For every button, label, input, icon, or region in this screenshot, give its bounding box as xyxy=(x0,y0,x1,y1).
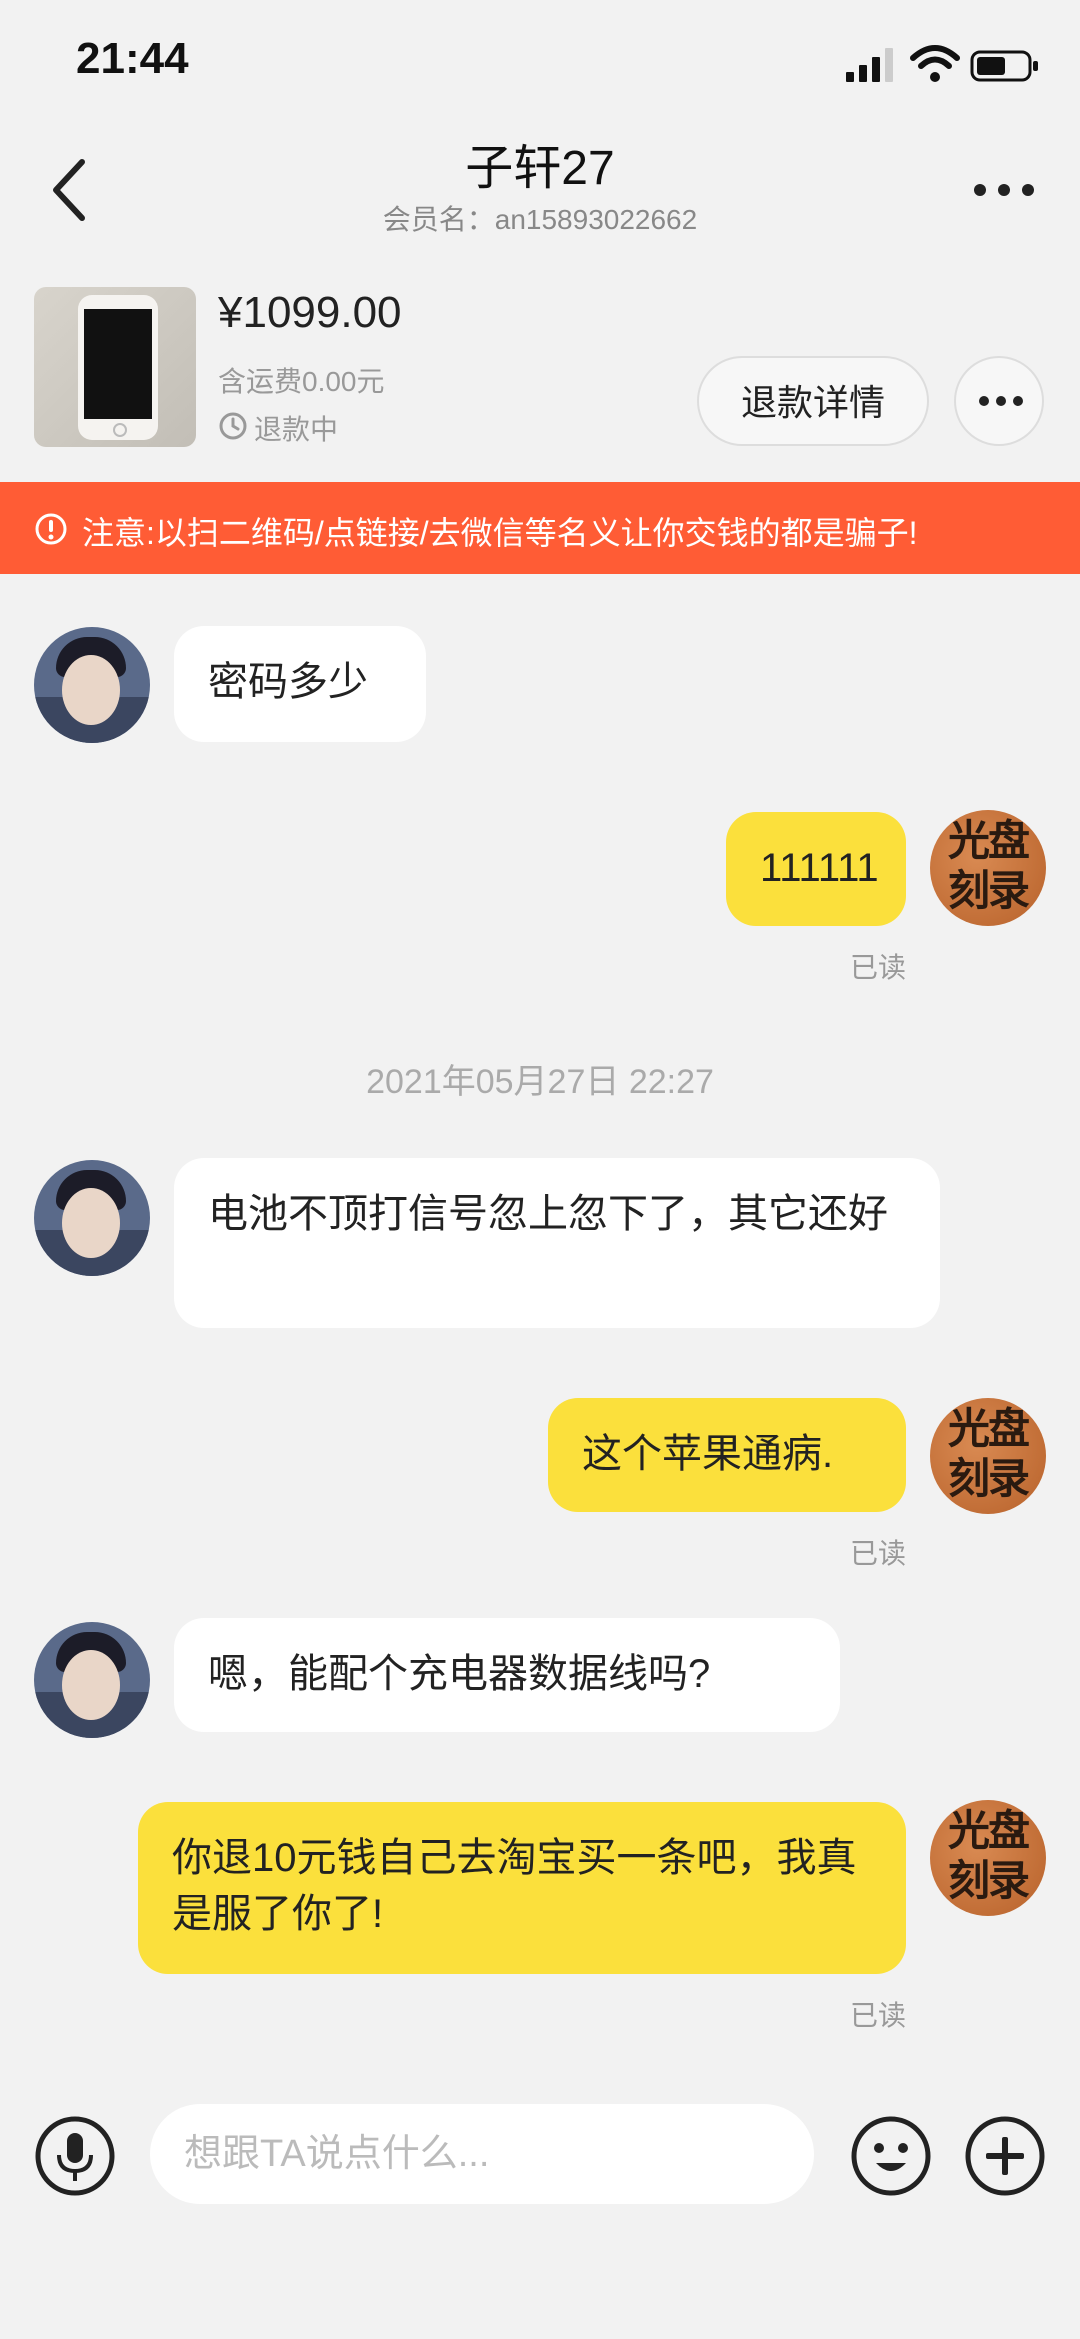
outgoing-message[interactable]: 111111 xyxy=(726,812,906,926)
product-price: ¥1099.00 xyxy=(218,288,402,337)
warning-icon xyxy=(35,513,67,545)
sender-avatar[interactable] xyxy=(34,1160,150,1276)
sender-avatar[interactable] xyxy=(34,627,150,743)
cellular-signal-icon xyxy=(846,48,893,82)
sender-avatar[interactable] xyxy=(34,1622,150,1738)
my-avatar[interactable]: 光盘 刻录 xyxy=(930,1800,1046,1916)
fraud-warning-text: 注意:以扫二维码/点链接/去微信等名义让你交钱的都是骗子! xyxy=(82,515,918,551)
chat-title: 子轩27 xyxy=(465,142,615,195)
incoming-message[interactable]: 密码多少 xyxy=(174,626,426,742)
outgoing-message[interactable]: 这个苹果通病. xyxy=(548,1398,906,1512)
incoming-message[interactable]: 嗯，能配个充电器数据线吗? xyxy=(174,1618,840,1732)
read-receipt: 已读 xyxy=(850,1538,907,1569)
product-more-button[interactable] xyxy=(954,356,1044,446)
shipping-fee: 含运费0.00元 xyxy=(218,366,385,397)
voice-input-icon[interactable] xyxy=(34,2115,116,2197)
read-receipt: 已读 xyxy=(850,952,907,983)
clock-icon xyxy=(219,412,247,440)
battery-icon xyxy=(970,50,1038,82)
avatar-text: 光盘 刻录 xyxy=(947,816,1030,915)
outgoing-message[interactable]: 你退10元钱自己去淘宝买一条吧，我真是服了你了! xyxy=(138,1802,906,1974)
status-time: 21:44 xyxy=(76,34,189,83)
emoji-icon[interactable] xyxy=(850,2115,932,2197)
incoming-message[interactable]: 电池不顶打信号忽上忽下了，其它还好 xyxy=(174,1158,940,1328)
add-attachment-icon[interactable] xyxy=(964,2115,1046,2197)
member-name: 会员名：an15893022662 xyxy=(382,204,698,235)
read-receipt: 已读 xyxy=(850,2000,907,2031)
more-options-icon[interactable] xyxy=(972,170,1036,210)
wifi-icon xyxy=(910,45,960,82)
more-dots-icon xyxy=(979,396,1023,406)
my-avatar[interactable]: 光盘 刻录 xyxy=(930,1398,1046,1514)
avatar-text: 光盘 刻录 xyxy=(947,1806,1030,1905)
message-timestamp: 2021年05月27日 22:27 xyxy=(366,1063,714,1101)
message-input[interactable]: 想跟TA说点什么... xyxy=(150,2104,814,2204)
my-avatar[interactable]: 光盘 刻录 xyxy=(930,810,1046,926)
avatar-text: 光盘 刻录 xyxy=(947,1404,1030,1503)
product-thumbnail[interactable] xyxy=(34,287,196,447)
refund-status: 退款中 xyxy=(254,414,339,445)
refund-details-button[interactable]: 退款详情 xyxy=(697,356,929,446)
